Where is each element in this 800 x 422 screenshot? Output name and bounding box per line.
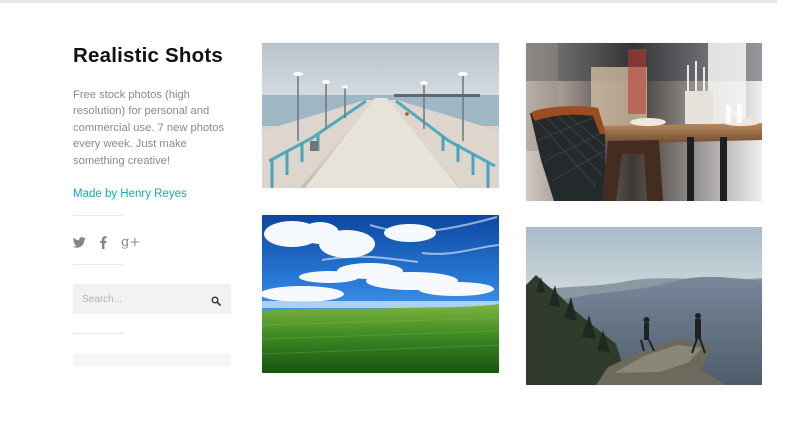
author-link[interactable]: Made by Henry Reyes xyxy=(73,187,231,201)
search-input[interactable] xyxy=(73,284,231,315)
divider xyxy=(73,333,123,335)
search-icon xyxy=(211,296,221,306)
cafe-table-photo[interactable] xyxy=(526,43,762,201)
google-plus-icon[interactable]: g+ xyxy=(121,236,140,249)
sidebar-widget xyxy=(73,354,231,367)
site-description: Free stock photos (high resolution) for … xyxy=(73,89,225,167)
twitter-icon[interactable] xyxy=(73,236,86,248)
blue-sky-field-photo[interactable] xyxy=(262,215,499,373)
pier-photo[interactable] xyxy=(262,43,499,188)
divider xyxy=(73,215,123,217)
facebook-icon[interactable] xyxy=(100,235,107,249)
site-title[interactable]: Realistic Shots xyxy=(73,42,231,70)
top-rule xyxy=(0,0,777,3)
search-form xyxy=(73,284,231,315)
divider xyxy=(73,264,123,266)
sidebar: Realistic Shots Free stock photos (high … xyxy=(73,42,231,367)
social-links: g+ xyxy=(73,233,231,251)
search-button[interactable] xyxy=(211,294,221,306)
mountain-hikers-photo[interactable] xyxy=(526,227,762,385)
